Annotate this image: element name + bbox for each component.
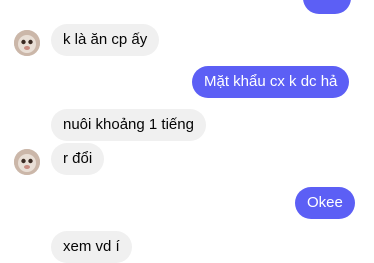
incoming-message-bubble[interactable]: xem vd í (51, 231, 132, 263)
message-text: k là ăn cp ấy (63, 31, 148, 48)
message-text: nuôi khoảng 1 tiếng (63, 116, 194, 133)
message-text: r đổi (63, 150, 93, 167)
avatar-image (14, 149, 40, 175)
avatar-image (14, 30, 40, 56)
message-text: Mặt khẩu cx k dc hả (204, 73, 338, 90)
contact-avatar-icon[interactable] (14, 30, 40, 56)
incoming-message-bubble[interactable]: nuôi khoảng 1 tiếng (51, 109, 206, 141)
outgoing-message-bubble[interactable]: Mặt khẩu cx k dc hả (192, 66, 350, 98)
contact-avatar-icon[interactable] (14, 149, 40, 175)
incoming-message-bubble[interactable]: r đổi (51, 143, 105, 175)
incoming-message-bubble[interactable]: k là ăn cp ấy (51, 24, 160, 56)
message-text: Okee (307, 194, 343, 211)
outgoing-message-bubble[interactable] (303, 0, 351, 14)
message-text: xem vd í (63, 238, 120, 255)
outgoing-message-bubble[interactable]: Okee (295, 187, 355, 219)
